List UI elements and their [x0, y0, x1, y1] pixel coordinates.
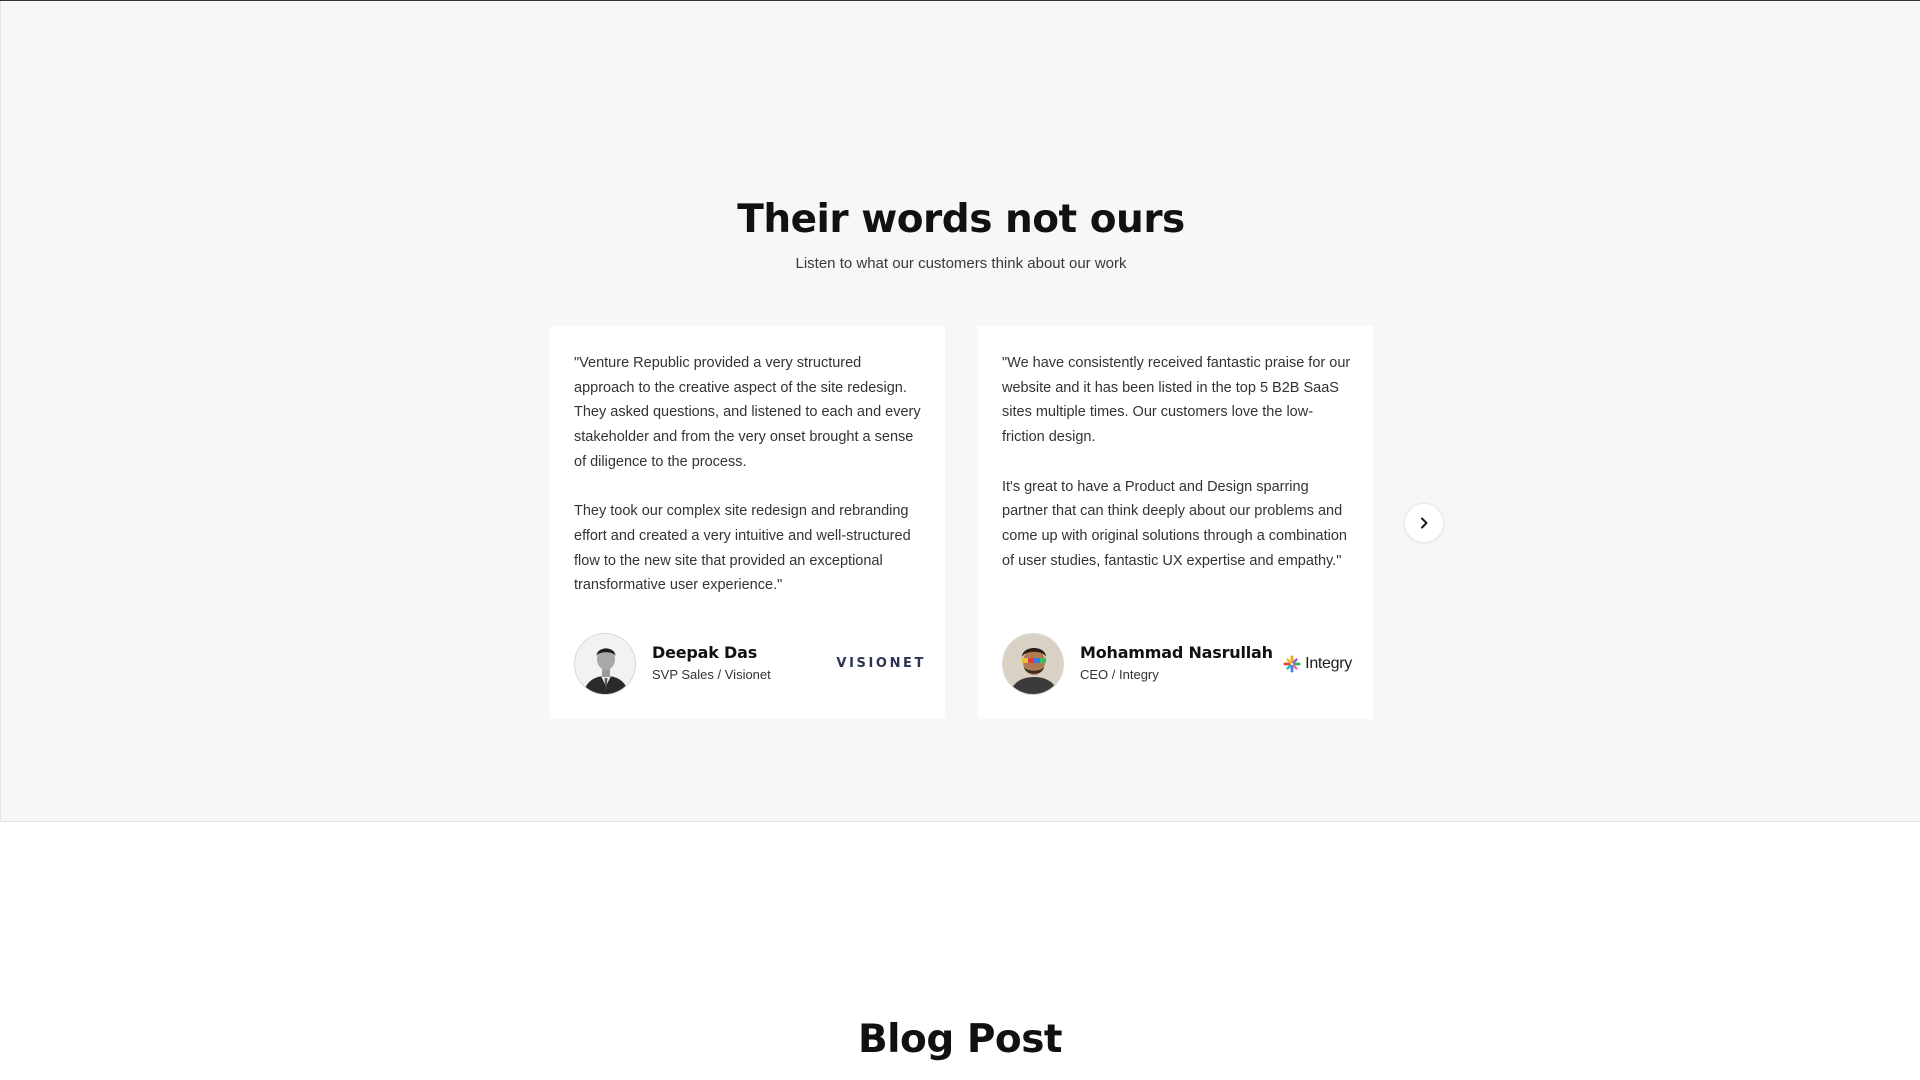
avatar-image [1003, 634, 1063, 694]
quote-paragraph: "Venture Republic provided a very struct… [574, 355, 921, 470]
integry-logo-text: Integry [1305, 655, 1352, 672]
blog-section-title: Blog Post [857, 1017, 1063, 1062]
testimonial-card: "We have consistently received fantastic… [978, 326, 1373, 719]
author-role: CEO / Integry [1080, 667, 1159, 682]
testimonial-quote: "We have consistently received fantastic… [1002, 351, 1352, 573]
quote-paragraph: It's great to have a Product and Design … [1002, 478, 1347, 569]
testimonial-card: "Venture Republic provided a very struct… [550, 326, 945, 719]
avatar [1002, 633, 1064, 695]
testimonial-author: Deepak Das SVP Sales / Visionet VISIONET [574, 633, 924, 695]
author-name: Deepak Das [652, 643, 758, 662]
chevron-right-icon [1421, 517, 1428, 529]
testimonials-section: Their words not ours Listen to what our … [0, 1, 1920, 822]
avatar-image [575, 634, 635, 694]
section-title: Their words not ours [737, 197, 1185, 242]
visionet-logo: VISIONET [836, 656, 926, 671]
integry-star-icon [1283, 655, 1301, 673]
section-subtitle: Listen to what our customers think about… [795, 255, 1127, 272]
avatar [574, 633, 636, 695]
next-testimonial-button[interactable] [1404, 503, 1444, 543]
integry-logo: Integry [1283, 653, 1352, 675]
quote-paragraph: They took our complex site redesign and … [574, 503, 911, 594]
author-name: Mohammad Nasrullah [1080, 643, 1273, 662]
testimonial-quote: "Venture Republic provided a very struct… [574, 351, 924, 598]
author-role: SVP Sales / Visionet [652, 667, 771, 682]
quote-paragraph: "We have consistently received fantastic… [1002, 355, 1351, 446]
testimonial-author: Mohammad Nasrullah CEO / Integry Integry [1002, 633, 1352, 695]
